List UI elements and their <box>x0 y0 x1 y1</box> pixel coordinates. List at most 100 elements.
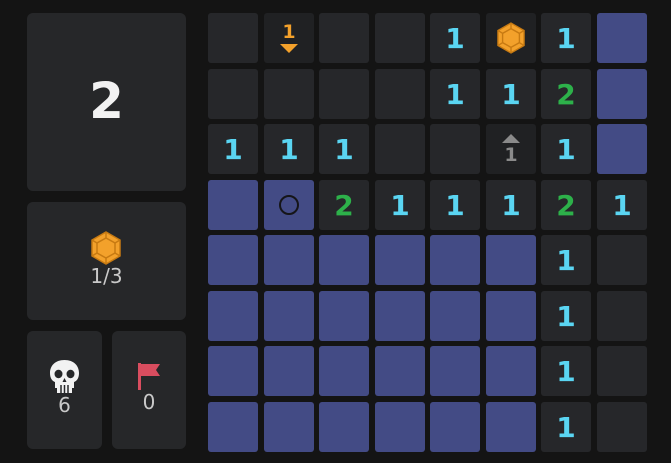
board-cell-hidden[interactable] <box>597 69 647 119</box>
board-cell-arrow-up[interactable]: 1 <box>486 124 536 174</box>
game-board: 1 1 1 1 1 2 1 1 1 1 1 2 1 1 1 2 1 1 1 1 1 <box>208 13 647 452</box>
cell-number: 1 <box>556 21 576 55</box>
skull-icon <box>48 358 81 394</box>
cell-number: 1 <box>223 132 243 166</box>
cell-number: 1 <box>501 188 521 222</box>
board-cell-hidden[interactable] <box>430 346 480 396</box>
arrow-down-icon <box>280 44 298 53</box>
cell-number: 1 <box>556 132 576 166</box>
board-cell-empty[interactable] <box>375 13 425 63</box>
cell-number: 1 <box>501 77 521 111</box>
board-cell-empty[interactable] <box>208 69 258 119</box>
board-cell-hidden[interactable] <box>208 346 258 396</box>
cell-number: 1 <box>445 188 465 222</box>
death-count: 6 <box>58 393 71 417</box>
cell-number: 1 <box>504 144 518 166</box>
board-cell-number[interactable]: 1 <box>597 180 647 230</box>
board-cell-hidden[interactable] <box>597 124 647 174</box>
board-cell-number[interactable]: 1 <box>430 69 480 119</box>
flag-count: 0 <box>142 390 156 414</box>
cell-number: 1 <box>279 132 299 166</box>
board-cell-hidden[interactable] <box>264 346 314 396</box>
board-cell-hidden[interactable] <box>264 180 314 230</box>
board-cell-hidden[interactable] <box>208 235 258 285</box>
level-number: 2 <box>89 72 124 130</box>
cell-number: 2 <box>556 77 576 111</box>
board-cell-empty[interactable] <box>597 402 647 452</box>
cell-number: 1 <box>445 77 465 111</box>
cell-number: 1 <box>556 243 576 277</box>
board-cell-empty[interactable] <box>597 291 647 341</box>
board-cell-hidden[interactable] <box>430 291 480 341</box>
cell-number: 1 <box>390 188 410 222</box>
board-cell-empty[interactable] <box>430 124 480 174</box>
board-cell-hidden[interactable] <box>319 235 369 285</box>
board-cell-hidden[interactable] <box>486 402 536 452</box>
board-cell-number[interactable]: 1 <box>264 124 314 174</box>
board-cell-number[interactable]: 2 <box>319 180 369 230</box>
board-cell-hidden[interactable] <box>486 346 536 396</box>
player-cursor-icon <box>279 195 299 215</box>
board-cell-hidden[interactable] <box>486 291 536 341</box>
cell-number: 1 <box>445 21 465 55</box>
board-cell-hidden[interactable] <box>597 13 647 63</box>
board-cell-hidden[interactable] <box>486 235 536 285</box>
arrow-up-icon <box>502 134 520 143</box>
board-cell-hidden[interactable] <box>375 346 425 396</box>
board-cell-hidden[interactable] <box>208 180 258 230</box>
board-cell-empty[interactable] <box>319 69 369 119</box>
board-cell-number[interactable]: 1 <box>541 124 591 174</box>
board-cell-number[interactable]: 1 <box>375 180 425 230</box>
board-cell-number[interactable]: 1 <box>541 346 591 396</box>
board-cell-hidden[interactable] <box>319 291 369 341</box>
board-cell-hidden[interactable] <box>430 235 480 285</box>
board-cell-empty[interactable] <box>597 235 647 285</box>
board-cell-hidden[interactable] <box>264 402 314 452</box>
board-cell-hidden[interactable] <box>319 402 369 452</box>
board-cell-arrow-down[interactable]: 1 <box>264 13 314 63</box>
board-cell-number[interactable]: 1 <box>319 124 369 174</box>
board-cell-empty[interactable] <box>375 69 425 119</box>
board-cell-number[interactable]: 1 <box>541 402 591 452</box>
board-cell-number[interactable]: 1 <box>430 13 480 63</box>
flag-panel: 0 <box>112 331 186 449</box>
board-cell-number[interactable]: 2 <box>541 69 591 119</box>
board-cell-hidden[interactable] <box>375 402 425 452</box>
cell-number: 1 <box>612 188 632 222</box>
board-cell-empty[interactable] <box>208 13 258 63</box>
board-cell-empty[interactable] <box>375 124 425 174</box>
board-cell-number[interactable]: 1 <box>541 291 591 341</box>
gem-panel: 1/3 <box>27 202 186 320</box>
board-cell-number[interactable]: 1 <box>541 13 591 63</box>
board-cell-hidden[interactable] <box>375 291 425 341</box>
board-cell-empty[interactable] <box>597 346 647 396</box>
level-panel: 2 <box>27 13 186 191</box>
board-cell-empty[interactable] <box>264 69 314 119</box>
board-cell-number[interactable]: 1 <box>486 69 536 119</box>
board-cell-hidden[interactable] <box>264 291 314 341</box>
gem-icon <box>91 231 121 265</box>
board-cell-hidden[interactable] <box>375 235 425 285</box>
cell-number: 1 <box>556 299 576 333</box>
cell-number: 1 <box>556 410 576 444</box>
board-cell-hidden[interactable] <box>208 402 258 452</box>
board-cell-hidden[interactable] <box>264 235 314 285</box>
cell-number: 1 <box>556 354 576 388</box>
board-cell-empty[interactable] <box>319 13 369 63</box>
gem-count: 1/3 <box>90 264 123 288</box>
flag-icon <box>136 361 164 391</box>
cell-number: 1 <box>282 21 296 43</box>
board-cell-gem[interactable] <box>486 13 536 63</box>
board-cell-number[interactable]: 1 <box>541 235 591 285</box>
board-cell-number[interactable]: 1 <box>486 180 536 230</box>
cell-number: 1 <box>334 132 354 166</box>
board-cell-hidden[interactable] <box>319 346 369 396</box>
board-cell-number[interactable]: 2 <box>541 180 591 230</box>
death-panel: 6 <box>27 331 102 449</box>
board-cell-number[interactable]: 1 <box>430 180 480 230</box>
gem-icon <box>497 22 525 54</box>
board-cell-hidden[interactable] <box>430 402 480 452</box>
board-cell-hidden[interactable] <box>208 291 258 341</box>
cell-number: 2 <box>334 188 354 222</box>
board-cell-number[interactable]: 1 <box>208 124 258 174</box>
